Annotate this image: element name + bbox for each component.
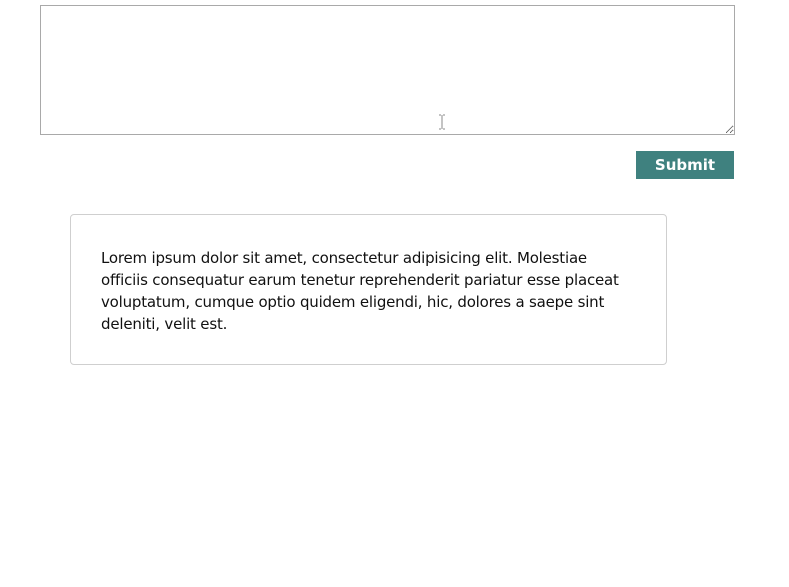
card-text: Lorem ipsum dolor sit amet, consectetur … [101, 249, 619, 333]
content-card: Lorem ipsum dolor sit amet, consectetur … [70, 214, 667, 365]
text-cursor-icon [439, 114, 445, 130]
page: Submit Lorem ipsum dolor sit amet, conse… [0, 0, 789, 587]
message-textarea[interactable] [40, 5, 735, 135]
submit-button[interactable]: Submit [636, 151, 734, 179]
